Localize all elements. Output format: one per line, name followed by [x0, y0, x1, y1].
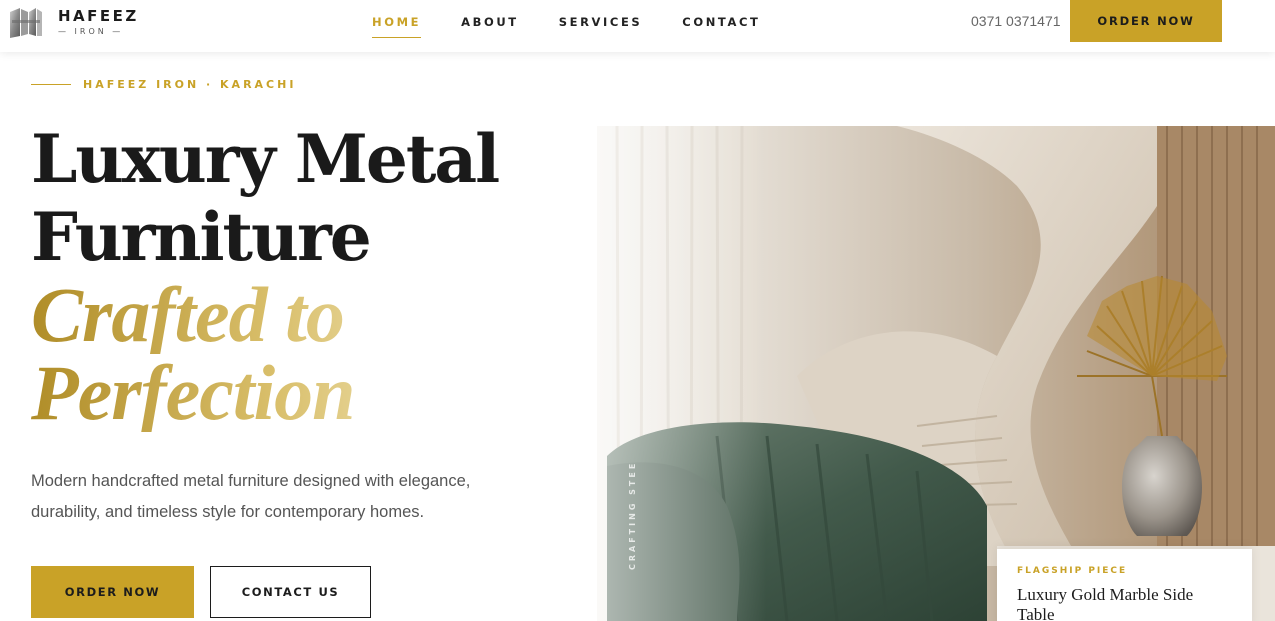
hero-contact-button[interactable]: CONTACT US [210, 566, 371, 618]
living-room-illustration [597, 126, 1275, 621]
brand-subtitle: — IRON — [58, 26, 124, 36]
nav-item-services[interactable]: SERVICES [559, 15, 643, 38]
brand-text: HAFEEZ — IRON — [58, 7, 139, 38]
nav-item-home[interactable]: HOME [372, 15, 422, 38]
hero-order-button[interactable]: ORDER NOW [31, 566, 194, 618]
hero-headline: Luxury Metal Furniture Crafted to Perfec… [31, 120, 571, 432]
headline-gold-line-1: Crafted to [31, 276, 571, 354]
main-nav: HOME ABOUT SERVICES CONTACT [372, 15, 760, 38]
building-columns-icon [10, 8, 42, 38]
hero-eyebrow: HAFEEZ IRON · KARACHI [31, 78, 296, 91]
header-order-button[interactable]: ORDER NOW [1070, 0, 1222, 42]
hero-description: Modern handcrafted metal furniture desig… [31, 472, 471, 521]
flagship-tag: FLAGSHIP PIECE [1017, 566, 1128, 576]
eyebrow-divider [31, 84, 71, 85]
brand-logo[interactable]: HAFEEZ — IRON — [8, 4, 139, 40]
site-header: HAFEEZ — IRON — HOME ABOUT SERVICES CONT… [0, 0, 1275, 52]
hero-image [597, 126, 1275, 621]
headline-gold-line-2: Perfection [31, 354, 571, 432]
flagship-title: Luxury Gold Marble Side Table [1017, 585, 1194, 621]
vertical-caption: CRAFTING STEE [628, 460, 637, 570]
headline-line-2: Furniture [31, 198, 372, 276]
nav-item-contact[interactable]: CONTACT [682, 15, 760, 38]
flagship-card[interactable]: FLAGSHIP PIECE Luxury Gold Marble Side T… [997, 549, 1252, 621]
eyebrow-text: HAFEEZ IRON · KARACHI [83, 78, 297, 91]
headline-line-1: Luxury Metal [31, 120, 500, 198]
brand-name: HAFEEZ [58, 6, 139, 25]
phone-number[interactable]: 0371 0371471 [971, 13, 1061, 29]
nav-item-about[interactable]: ABOUT [461, 15, 519, 38]
